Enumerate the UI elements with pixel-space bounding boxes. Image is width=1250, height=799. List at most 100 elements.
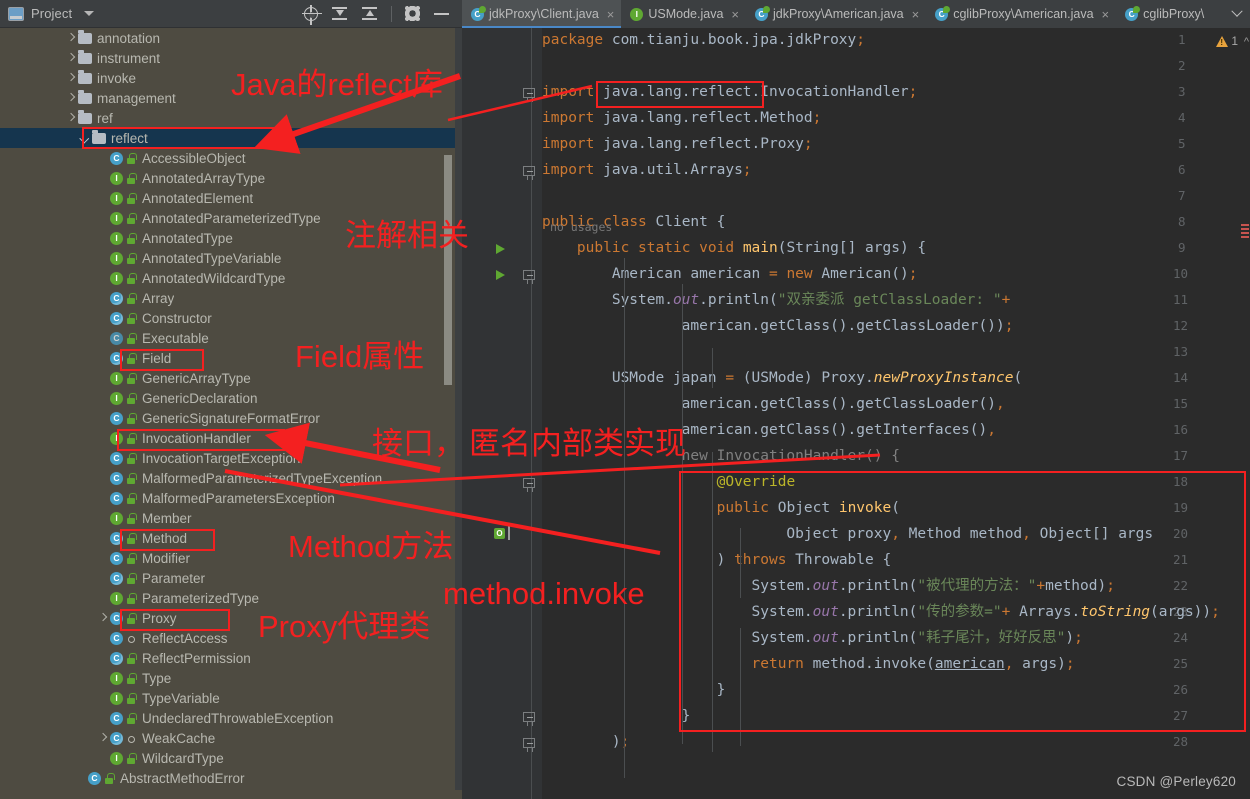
editor-gutter[interactable] — [462, 28, 542, 799]
tree-item-parameterizedtype[interactable]: I ParameterizedType — [0, 588, 462, 608]
editor-tab-4[interactable]: CcglibProxy\ — [1116, 0, 1211, 28]
editor-tab-1[interactable]: I USMode.java × — [621, 0, 746, 28]
interface-icon: I — [110, 671, 123, 685]
tree-item-reflect[interactable]: reflect — [0, 128, 462, 148]
code-line[interactable]: American american = new American(); — [542, 267, 918, 282]
code-line[interactable]: public Object invoke( — [542, 501, 900, 516]
tree-item-label: Parameter — [142, 570, 206, 586]
tree-item-instrument[interactable]: instrument — [0, 48, 462, 68]
settings-gear-icon[interactable] — [405, 6, 420, 21]
tree-item-undeclaredthrowableexception[interactable]: C UndeclaredThrowableException — [0, 708, 462, 728]
tree-item-annotatedarraytype[interactable]: I AnnotatedArrayType — [0, 168, 462, 188]
fold-handle-method-end[interactable] — [523, 738, 538, 753]
code-line[interactable]: import java.lang.reflect.Proxy; — [542, 137, 813, 152]
project-tree-scrollbar[interactable] — [444, 155, 452, 385]
tree-item-annotation[interactable]: annotation — [0, 28, 462, 48]
collapse-all-icon[interactable] — [361, 5, 378, 22]
tree-item-typevariable[interactable]: I TypeVariable — [0, 688, 462, 708]
tree-item-ref[interactable]: ref — [0, 108, 462, 128]
override-gutter-icon[interactable]: O — [494, 528, 505, 539]
code-line[interactable]: american.getClass().getClassLoader(), — [542, 397, 1005, 412]
annotation-label-4: 匿名内部类实现 — [469, 426, 686, 461]
class-icon: C — [110, 611, 123, 625]
fold-handle-anon-class[interactable] — [523, 478, 538, 493]
tree-item-array[interactable]: C Array — [0, 288, 462, 308]
tree-item-genericsignatureformaterror[interactable]: C GenericSignatureFormatError — [0, 408, 462, 428]
fold-handle-imports-end[interactable] — [523, 166, 538, 181]
tree-item-wildcardtype[interactable]: I WildcardType — [0, 748, 462, 768]
close-icon[interactable]: × — [1102, 8, 1110, 21]
tree-item-weakcache[interactable]: C WeakCache — [0, 728, 462, 748]
chevron-down-icon[interactable] — [84, 11, 95, 16]
code-line[interactable]: USMode japan = (USMode) Proxy.newProxyIn… — [542, 371, 1022, 386]
error-stripe-marks[interactable] — [1240, 224, 1250, 240]
tree-item-parameter[interactable]: C Parameter — [0, 568, 462, 588]
minimize-icon[interactable] — [433, 5, 450, 22]
chevron-right-icon[interactable] — [97, 733, 108, 744]
chevron-right-icon[interactable] — [97, 613, 108, 624]
public-lock-icon — [126, 252, 137, 264]
tree-item-malformedparametersexception[interactable]: C MalformedParametersException — [0, 488, 462, 508]
run-gutter-icon-class[interactable] — [496, 244, 505, 254]
close-icon[interactable]: × — [912, 8, 920, 21]
fold-handle-imports[interactable] — [523, 88, 538, 103]
code-line[interactable]: import java.util.Arrays; — [542, 163, 752, 178]
tree-item-genericdeclaration[interactable]: I GenericDeclaration — [0, 388, 462, 408]
code-line[interactable]: ); — [542, 735, 629, 750]
inspection-chevron-icon[interactable]: ^ — [1244, 36, 1249, 48]
code-line[interactable]: import java.lang.reflect.InvocationHandl… — [542, 85, 917, 100]
tree-item-type[interactable]: I Type — [0, 668, 462, 688]
chevron-right-icon[interactable] — [65, 113, 76, 124]
code-line[interactable]: Object proxy, Method method, Object[] ar… — [542, 527, 1153, 542]
chevron-right-icon[interactable] — [65, 33, 76, 44]
code-line[interactable]: @Override — [542, 475, 796, 490]
inspection-warning-badge[interactable]: 1 — [1216, 34, 1238, 48]
tree-item-malformedparameterizedtypeexception[interactable]: C MalformedParameterizedTypeException — [0, 468, 462, 488]
class-icon: C — [110, 531, 123, 545]
close-icon[interactable]: × — [731, 8, 739, 21]
code-line[interactable]: return method.invoke(american, args); — [542, 657, 1075, 672]
interface-icon: I — [110, 391, 123, 405]
code-line[interactable]: package com.tianju.book.jpa.jdkProxy; — [542, 33, 865, 48]
code-line[interactable]: } — [542, 683, 726, 698]
project-tree[interactable]: annotation instrument invoke management ref r… — [0, 28, 462, 790]
fold-handle-anon-end[interactable] — [523, 712, 538, 727]
indent-guide — [682, 284, 683, 744]
toolbar-divider — [391, 5, 392, 22]
chevron-right-icon[interactable] — [65, 93, 76, 104]
code-editor[interactable]: 1 2 3 4 5 6 7 8 9 10 11 12 13 14 15 16 17 18 19 20 21 22 23 24 2… — [462, 28, 1250, 799]
tree-item-annotatedelement[interactable]: I AnnotatedElement — [0, 188, 462, 208]
chevron-down-icon[interactable] — [79, 133, 90, 144]
editor-tabbar[interactable]: CjdkProxy\Client.java × I USMode.java × CjdkP… — [462, 0, 1250, 28]
chevron-right-icon[interactable] — [65, 53, 76, 64]
locate-icon[interactable] — [302, 4, 322, 25]
public-lock-icon — [126, 332, 137, 344]
tree-item-abstractmethoderror[interactable]: C AbstractMethodError — [0, 768, 462, 788]
tree-item-constructor[interactable]: C Constructor — [0, 308, 462, 328]
close-icon[interactable]: × — [607, 8, 615, 21]
fold-handle-main[interactable] — [523, 270, 538, 285]
chevron-right-icon[interactable] — [65, 73, 76, 84]
code-line[interactable]: public static void main(String[] args) { — [542, 241, 926, 256]
editor-tab-2[interactable]: CjdkProxy\American.java × — [746, 0, 926, 28]
class-run-icon: C — [1125, 7, 1139, 21]
code-line[interactable]: ) throws Throwable { — [542, 553, 892, 568]
code-line[interactable]: import java.lang.reflect.Method; — [542, 111, 821, 126]
code-line[interactable]: } — [542, 709, 691, 724]
tree-item-label: GenericSignatureFormatError — [142, 410, 320, 426]
editor-tab-0[interactable]: CjdkProxy\Client.java × — [462, 0, 622, 28]
code-line[interactable]: american.getClass().getClassLoader()); — [542, 319, 1014, 334]
code-line[interactable]: System.out.println("双亲委派 getClassLoader:… — [542, 293, 1011, 308]
tree-item-member[interactable]: I Member — [0, 508, 462, 528]
class-icon: C — [110, 351, 123, 365]
tree-item-reflectpermission[interactable]: C ReflectPermission — [0, 648, 462, 668]
editor-tab-3[interactable]: CcglibProxy\American.java × — [926, 0, 1116, 28]
run-gutter-icon-main[interactable] — [496, 270, 505, 280]
tree-item-accessibleobject[interactable]: C AccessibleObject — [0, 148, 462, 168]
tree-item-annotatedwildcardtype[interactable]: I AnnotatedWildcardType — [0, 268, 462, 288]
tab-list-chevron-down-icon[interactable] — [1224, 0, 1250, 28]
expand-all-icon[interactable] — [331, 5, 348, 22]
